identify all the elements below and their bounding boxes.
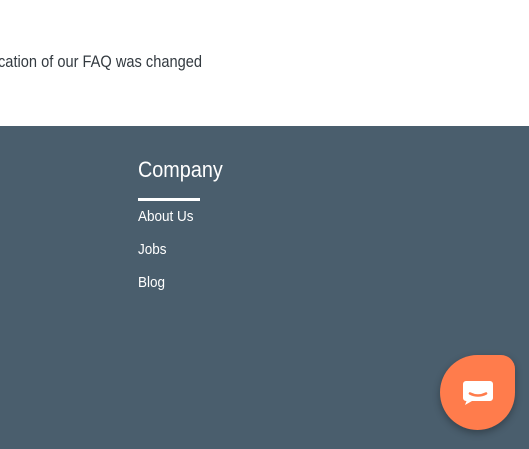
faq-notice-section: cation of our FAQ was changed <box>0 0 529 126</box>
footer-link-item: Jobs <box>138 239 200 272</box>
footer-company-heading: Company <box>138 157 223 182</box>
footer-company-links: About Us Jobs Blog <box>138 206 200 305</box>
footer-link-about-us[interactable]: About Us <box>138 206 194 228</box>
heading-underline <box>138 198 200 201</box>
footer-link-blog[interactable]: Blog <box>138 272 165 294</box>
footer-link-item: Blog <box>138 272 200 305</box>
chat-launcher-button[interactable] <box>440 355 515 430</box>
footer-link-item: About Us <box>138 206 200 239</box>
page: cation of our FAQ was changed Company Ab… <box>0 0 529 449</box>
chat-bubble-icon <box>462 380 493 405</box>
footer-link-jobs[interactable]: Jobs <box>138 239 167 261</box>
faq-notice-text: cation of our FAQ was changed <box>0 52 202 71</box>
